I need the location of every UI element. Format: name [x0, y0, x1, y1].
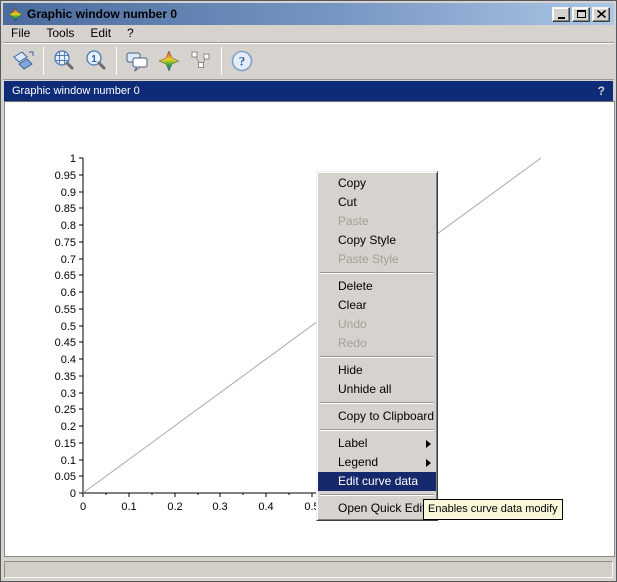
y-tick-label: 0.85: [55, 203, 76, 215]
menu-edit[interactable]: Edit: [82, 25, 119, 42]
toolbar: 1?: [3, 42, 614, 80]
x-tick-label: 0: [80, 501, 86, 513]
y-tick-label: 0.45: [55, 337, 76, 349]
y-tick-label: 0.35: [55, 371, 76, 383]
menubar: File Tools Edit ?: [3, 25, 614, 42]
menu-item-copy-style[interactable]: Copy Style: [318, 231, 436, 250]
svg-text:?: ?: [239, 54, 246, 69]
y-tick-label: 0.75: [55, 237, 76, 249]
y-tick-label: 0.8: [61, 220, 76, 232]
y-tick-label: 0.4: [61, 354, 76, 366]
app-window: Graphic window number 0 File Tools Edit …: [0, 0, 617, 582]
context-menu: CopyCutPasteCopy StylePaste StyleDeleteC…: [316, 171, 438, 521]
zoom-area-button[interactable]: [48, 45, 80, 77]
y-tick-label: 0.05: [55, 471, 76, 483]
window-title: Graphic window number 0: [27, 7, 552, 21]
status-bar: [4, 561, 613, 578]
menu-file[interactable]: File: [3, 25, 38, 42]
plot-area[interactable]: 0 0.05 0.1 0.15 0.2 0.25 0.3 0.35 0.4 0.45 0.5 0.55…: [4, 101, 615, 557]
zoom-area-icon: [51, 48, 77, 74]
y-tick-label: 0.9: [61, 187, 76, 199]
menu-item-hide[interactable]: Hide: [318, 361, 436, 380]
menu-item-undo: Undo: [318, 315, 436, 334]
tooltip: Enables curve data modify: [423, 499, 563, 520]
y-tick-label: 0.1: [61, 455, 76, 467]
menu-item-legend[interactable]: Legend: [318, 453, 436, 472]
submenu-arrow-icon: [426, 440, 431, 448]
y-tick-label: 0.65: [55, 270, 76, 282]
menu-tools[interactable]: Tools: [38, 25, 82, 42]
app-icon: [7, 6, 23, 22]
menu-separator: [320, 494, 434, 496]
rotate-3d-icon: [10, 48, 36, 74]
menu-item-delete[interactable]: Delete: [318, 277, 436, 296]
submenu-arrow-icon: [426, 459, 431, 467]
y-tick-label: 0.25: [55, 404, 76, 416]
dialogs-button[interactable]: [121, 45, 153, 77]
minimize-icon: [558, 10, 565, 19]
maximize-icon: [577, 10, 586, 18]
dock-header-title: Graphic window number 0: [12, 85, 598, 97]
y-tick-label: 0.95: [55, 170, 76, 182]
y-tick-label: 0.6: [61, 287, 76, 299]
ged-editor-button[interactable]: [153, 45, 185, 77]
menu-item-unhide-all[interactable]: Unhide all: [318, 380, 436, 399]
ged-editor-icon: [156, 48, 182, 74]
original-view-icon: 1: [83, 48, 109, 74]
menu-separator: [320, 272, 434, 274]
dialogs-icon: [124, 48, 150, 74]
menu-item-copy[interactable]: Copy: [318, 174, 436, 193]
curve-line: [83, 158, 541, 493]
menu-item-copy-to-clipboard[interactable]: Copy to Clipboard: [318, 407, 436, 426]
menu-item-cut[interactable]: Cut: [318, 193, 436, 212]
y-tick-label: 0.15: [55, 438, 76, 450]
rotate-3d-button[interactable]: [7, 45, 39, 77]
y-tick-label: 0: [70, 488, 76, 500]
window-controls: [552, 7, 610, 22]
help-icon: ?: [229, 48, 255, 74]
x-tick-label: 0.1: [121, 501, 136, 513]
y-tick-label: 0.5: [61, 321, 76, 333]
svg-text:1: 1: [91, 54, 97, 65]
menu-separator: [320, 402, 434, 404]
datatips-icon: [188, 48, 214, 74]
close-icon: [597, 10, 606, 18]
toolbar-separator: [116, 47, 117, 75]
menu-item-edit-curve-data[interactable]: Edit curve data: [318, 472, 436, 491]
menu-separator: [320, 429, 434, 431]
menu-item-paste-style: Paste Style: [318, 250, 436, 269]
menu-item-clear[interactable]: Clear: [318, 296, 436, 315]
y-tick-label: 0.3: [61, 388, 76, 400]
minimize-button[interactable]: [552, 7, 570, 22]
menu-item-open-quick-editor[interactable]: Open Quick Editor: [318, 499, 436, 518]
menu-item-paste: Paste: [318, 212, 436, 231]
menu-help[interactable]: ?: [119, 25, 142, 42]
y-tick-label: 0.55: [55, 304, 76, 316]
titlebar[interactable]: Graphic window number 0: [3, 3, 614, 25]
x-tick-label: 0.2: [167, 501, 182, 513]
maximize-button[interactable]: [572, 7, 590, 22]
menu-item-redo: Redo: [318, 334, 436, 353]
datatips-button[interactable]: [185, 45, 217, 77]
toolbar-separator: [43, 47, 44, 75]
original-view-button[interactable]: 1: [80, 45, 112, 77]
y-tick-label: 0.2: [61, 421, 76, 433]
toolbar-separator: [221, 47, 222, 75]
menu-separator: [320, 356, 434, 358]
y-tick-label: 0.7: [61, 254, 76, 266]
dock-help-button[interactable]: ?: [598, 84, 605, 98]
plot-svg: 0 0.05 0.1 0.15 0.2 0.25 0.3 0.35 0.4 0.45 0.5 0.55…: [5, 102, 614, 556]
menu-item-label[interactable]: Label: [318, 434, 436, 453]
y-tick-label: 1: [70, 153, 76, 165]
dock-header: Graphic window number 0 ?: [4, 81, 613, 101]
help-button[interactable]: ?: [226, 45, 258, 77]
x-tick-label: 0.3: [212, 501, 227, 513]
close-button[interactable]: [592, 7, 610, 22]
x-tick-label: 0.4: [258, 501, 273, 513]
